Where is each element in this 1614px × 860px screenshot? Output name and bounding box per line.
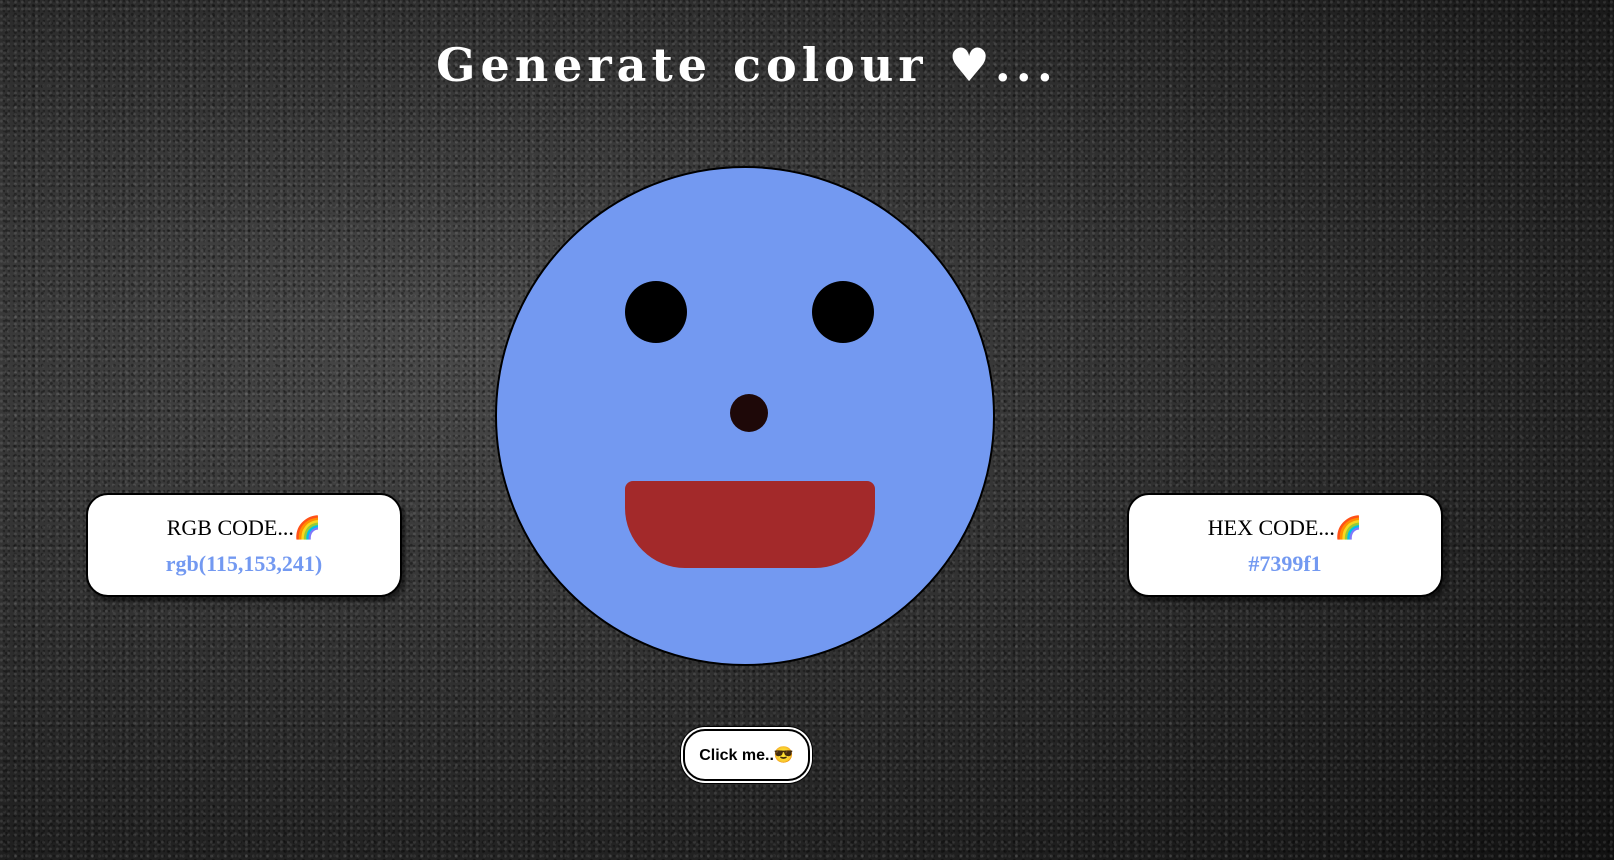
hex-code-card: HEX CODE...🌈 #7399f1 [1127,493,1443,597]
left-eye [625,281,687,343]
nose [730,394,768,432]
rgb-code-card: RGB CODE...🌈 rgb(115,153,241) [86,493,402,597]
hex-code-title: HEX CODE...🌈 [1207,515,1363,540]
smiley-face [495,166,995,666]
mouth [625,481,875,568]
page-title: Generate colour ♥... [436,38,1058,92]
hex-code-value: #7399f1 [1248,551,1322,576]
rgb-code-value: rgb(115,153,241) [165,551,323,576]
right-eye [812,281,874,343]
generate-colour-button[interactable]: Click me..😎 [683,729,810,781]
rgb-code-title: RGB CODE...🌈 [166,515,322,540]
